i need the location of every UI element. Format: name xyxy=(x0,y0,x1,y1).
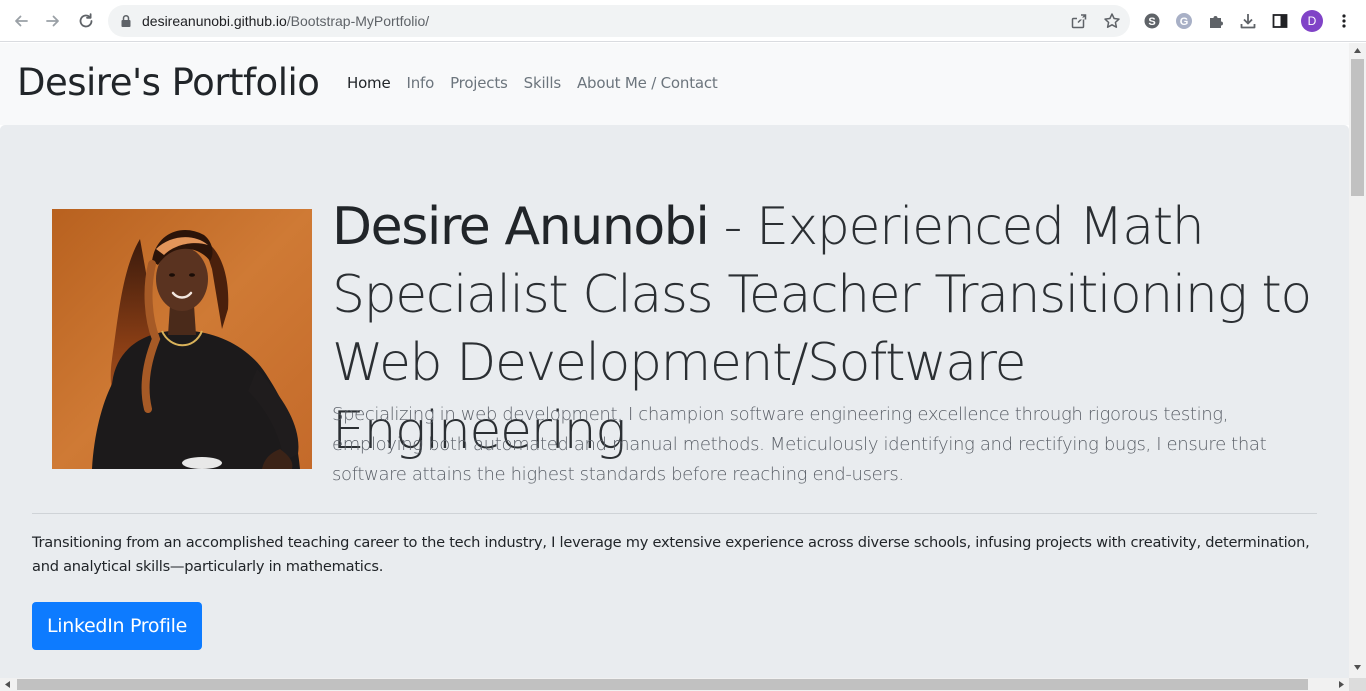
nav-link-about-contact[interactable]: About Me / Contact xyxy=(577,74,718,92)
hero-jumbotron: Desire Anunobi - Experienced Math Specia… xyxy=(0,125,1349,678)
back-icon[interactable] xyxy=(8,8,34,34)
profile-photo xyxy=(52,209,312,469)
page-viewport: Desire's Portfolio Home Info Projects Sk… xyxy=(0,43,1349,678)
svg-text:G: G xyxy=(1180,16,1189,28)
forward-icon[interactable] xyxy=(40,8,66,34)
scroll-right-arrow-icon[interactable] xyxy=(1337,680,1345,689)
scroll-down-arrow-icon[interactable] xyxy=(1353,663,1362,671)
download-icon[interactable] xyxy=(1238,11,1258,31)
vertical-scrollbar-thumb[interactable] xyxy=(1351,59,1364,196)
share-icon[interactable] xyxy=(1070,12,1088,30)
scroll-left-arrow-icon[interactable] xyxy=(4,680,12,689)
hero-name: Desire Anunobi xyxy=(332,197,710,257)
profile-avatar[interactable]: D xyxy=(1301,10,1323,32)
extensions-puzzle-icon[interactable] xyxy=(1206,11,1226,31)
menu-kebab-icon[interactable] xyxy=(1334,11,1354,31)
side-panel-icon[interactable] xyxy=(1270,11,1290,31)
url-host: desireanunobi.github.io xyxy=(142,13,287,29)
site-navbar: Desire's Portfolio Home Info Projects Sk… xyxy=(0,43,1349,125)
horizontal-scrollbar-thumb[interactable] xyxy=(17,679,1308,690)
vertical-scrollbar[interactable] xyxy=(1349,43,1366,678)
grammarly-extension-icon[interactable]: G xyxy=(1174,11,1194,31)
linkedin-profile-button[interactable]: LinkedIn Profile xyxy=(32,602,202,650)
hero-lead-text: Specializing in web development, I champ… xyxy=(332,404,1267,485)
nav-link-info[interactable]: Info xyxy=(407,74,435,92)
url-text[interactable]: desireanunobi.github.io/Bootstrap-MyPort… xyxy=(142,13,429,29)
navbar-links: Home Info Projects Skills About Me / Con… xyxy=(347,74,734,92)
bookmark-star-icon[interactable] xyxy=(1103,12,1121,30)
nav-link-home[interactable]: Home xyxy=(347,74,391,92)
browser-toolbar: desireanunobi.github.io/Bootstrap-MyPort… xyxy=(0,0,1366,42)
svg-text:S: S xyxy=(1148,16,1155,28)
lock-icon[interactable] xyxy=(120,14,132,28)
navbar-brand[interactable]: Desire's Portfolio xyxy=(17,61,320,104)
nav-link-projects[interactable]: Projects xyxy=(450,74,508,92)
hero-bio-text: Transitioning from an accomplished teach… xyxy=(32,534,1310,575)
skype-extension-icon[interactable]: S xyxy=(1142,11,1162,31)
scroll-up-arrow-icon[interactable] xyxy=(1353,47,1362,55)
address-bar[interactable]: desireanunobi.github.io/Bootstrap-MyPort… xyxy=(108,5,1130,37)
hero-divider xyxy=(32,513,1317,514)
url-path: /Bootstrap-MyPortfolio/ xyxy=(286,13,430,29)
scrollbar-corner xyxy=(1349,678,1366,691)
horizontal-scrollbar[interactable] xyxy=(0,678,1349,691)
nav-link-skills[interactable]: Skills xyxy=(524,74,562,92)
reload-icon[interactable] xyxy=(73,8,99,34)
